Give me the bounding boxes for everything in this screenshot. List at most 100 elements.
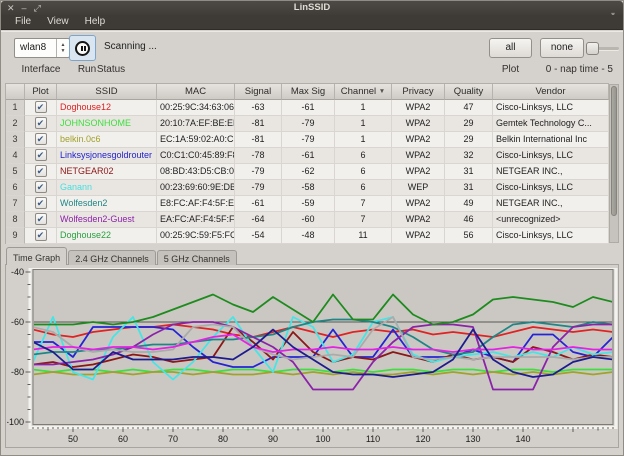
channel-cell: 6 [335, 180, 392, 196]
tab-time-graph[interactable]: Time Graph [6, 247, 67, 265]
plot-cell[interactable]: ✔ [25, 148, 57, 164]
table-row[interactable]: 7✔Wolfesden2E8:FC:AF:F4:5F:EF-61-597WPA2… [6, 196, 609, 212]
time-graph-pane: 5060708090100110120130140-40-60-80-100 [5, 264, 619, 448]
max-sig-cell: -58 [282, 180, 335, 196]
plot-checkbox[interactable]: ✔ [35, 229, 47, 241]
quality-cell: 49 [445, 196, 493, 212]
plot-checkbox[interactable]: ✔ [35, 213, 47, 225]
row-number: 8 [6, 212, 25, 228]
toolbar: wlan8 ▲ ▼ Scanning ... Interface Run Sta… [1, 31, 623, 81]
svg-text:-80: -80 [11, 367, 24, 377]
table-row[interactable]: 9✔Doghouse2200:25:9C:59:F5:FC-54-4811WPA… [6, 228, 609, 244]
spinner-arrows-icon[interactable]: ▲ ▼ [56, 39, 69, 57]
row-number: 3 [6, 132, 25, 148]
plot-checkbox[interactable]: ✔ [35, 165, 47, 177]
plot-cell[interactable]: ✔ [25, 100, 57, 116]
menu-file[interactable]: File [15, 16, 31, 29]
privacy-cell: WPA2 [392, 148, 445, 164]
svg-text:60: 60 [118, 434, 128, 444]
row-number: 6 [6, 180, 25, 196]
menu-help[interactable]: Help [85, 16, 106, 29]
signal-cell: -64 [235, 212, 282, 228]
ssid-cell: Wolfesden2-Guest [57, 212, 157, 228]
max-sig-cell: -79 [282, 132, 335, 148]
plot-none-button[interactable]: none [540, 38, 584, 58]
quality-cell: 56 [445, 228, 493, 244]
col-header-signal[interactable]: Signal [235, 84, 282, 100]
vendor-cell: NETGEAR INC., [493, 164, 609, 180]
signal-cell: -81 [235, 132, 282, 148]
menubar: File View Help [1, 15, 623, 30]
plot-cell[interactable]: ✔ [25, 180, 57, 196]
svg-text:130: 130 [465, 434, 480, 444]
mac-cell: 08:BD:43:D5:CB:03 [157, 164, 235, 180]
mac-cell: 20:10:7A:EF:BE:EF [157, 116, 235, 132]
table-row[interactable]: 6✔Ganann00:23:69:60:9E:DB-79-586WEP31Cis… [6, 180, 609, 196]
plot-cell[interactable]: ✔ [25, 116, 57, 132]
signal-cell: -81 [235, 116, 282, 132]
privacy-cell: WPA2 [392, 196, 445, 212]
plot-cell[interactable]: ✔ [25, 212, 57, 228]
col-header-quality[interactable]: Quality [445, 84, 493, 100]
channel-cell: 7 [335, 196, 392, 212]
col-header-mac[interactable]: MAC [157, 84, 235, 100]
col-header-rownum[interactable] [6, 84, 25, 100]
channel-cell: 11 [335, 228, 392, 244]
svg-text:-100: -100 [7, 417, 24, 427]
ssid-cell: Wolfesden2 [57, 196, 157, 212]
plot-checkbox[interactable]: ✔ [35, 181, 47, 193]
plot-checkbox[interactable]: ✔ [35, 117, 47, 129]
max-sig-cell: -79 [282, 116, 335, 132]
col-header-vendor[interactable]: Vendor [493, 84, 609, 100]
table-row[interactable]: 1✔Doghouse1200:25:9C:34:63:06-63-611WPA2… [6, 100, 609, 116]
channel-cell: 1 [335, 132, 392, 148]
run-pause-button[interactable] [69, 35, 96, 61]
channel-cell: 1 [335, 100, 392, 116]
svg-text:70: 70 [168, 434, 178, 444]
tab-24ghz-channels[interactable]: 2.4 GHz Channels [68, 250, 156, 265]
signal-cell: -63 [235, 100, 282, 116]
plot-cell[interactable]: ✔ [25, 132, 57, 148]
table-row[interactable]: 8✔Wolfesden2-GuestEA:FC:AF:F4:5F:F0-64-6… [6, 212, 609, 228]
interface-select[interactable]: wlan8 ▲ ▼ [14, 38, 70, 58]
plot-checkbox[interactable]: ✔ [35, 197, 47, 209]
table-row[interactable]: 4✔LinksysjonesgoldrouterC0:C1:C0:45:89:F… [6, 148, 609, 164]
quality-cell: 31 [445, 164, 493, 180]
plot-cell[interactable]: ✔ [25, 228, 57, 244]
vendor-cell: NETGEAR INC., [493, 196, 609, 212]
vendor-cell: Gemtek Technology C... [493, 116, 609, 132]
table-row[interactable]: 2✔JOHNSONHOME20:10:7A:EF:BE:EF-81-791WPA… [6, 116, 609, 132]
spin-down-icon[interactable]: ▼ [57, 48, 69, 54]
nap-time-label: 0 - nap time - 5 [539, 64, 613, 75]
menu-view[interactable]: View [47, 16, 69, 29]
ssid-cell: Ganann [57, 180, 157, 196]
col-header-channel-label: Channel [341, 86, 376, 97]
ssid-cell: Doghouse22 [57, 228, 157, 244]
plot-all-button[interactable]: all [489, 38, 532, 58]
max-sig-cell: -60 [282, 212, 335, 228]
mac-cell: C0:C1:C0:45:89:F8 [157, 148, 235, 164]
tab-5ghz-channels[interactable]: 5 GHz Channels [157, 250, 237, 265]
plot-checkbox[interactable]: ✔ [35, 133, 47, 145]
plot-cell[interactable]: ✔ [25, 196, 57, 212]
signal-cell: -61 [235, 196, 282, 212]
mac-cell: 00:25:9C:34:63:06 [157, 100, 235, 116]
plot-cell[interactable]: ✔ [25, 164, 57, 180]
col-header-ssid[interactable]: SSID [57, 84, 157, 100]
mac-cell: 00:25:9C:59:F5:FC [157, 228, 235, 244]
table-row[interactable]: 5✔NETGEAR0208:BD:43:D5:CB:03-79-626WPA23… [6, 164, 609, 180]
vendor-cell: <unrecognized> [493, 212, 609, 228]
channel-cell: 6 [335, 164, 392, 180]
table-row[interactable]: 3✔belkin.0c6EC:1A:59:02:A0:C6-81-791WPA2… [6, 132, 609, 148]
col-header-privacy[interactable]: Privacy [392, 84, 445, 100]
plot-checkbox[interactable]: ✔ [35, 149, 47, 161]
plot-checkbox[interactable]: ✔ [35, 101, 47, 113]
channel-cell: 7 [335, 212, 392, 228]
col-header-maxsig[interactable]: Max Sig [282, 84, 335, 100]
table-scrollbar[interactable] [609, 84, 619, 243]
table-scrollbar-thumb[interactable] [611, 86, 617, 216]
col-header-plot[interactable]: Plot [25, 84, 57, 100]
nap-time-slider-handle[interactable] [586, 42, 599, 55]
privacy-cell: WEP [392, 180, 445, 196]
col-header-channel[interactable]: Channel ▼ [335, 84, 392, 100]
